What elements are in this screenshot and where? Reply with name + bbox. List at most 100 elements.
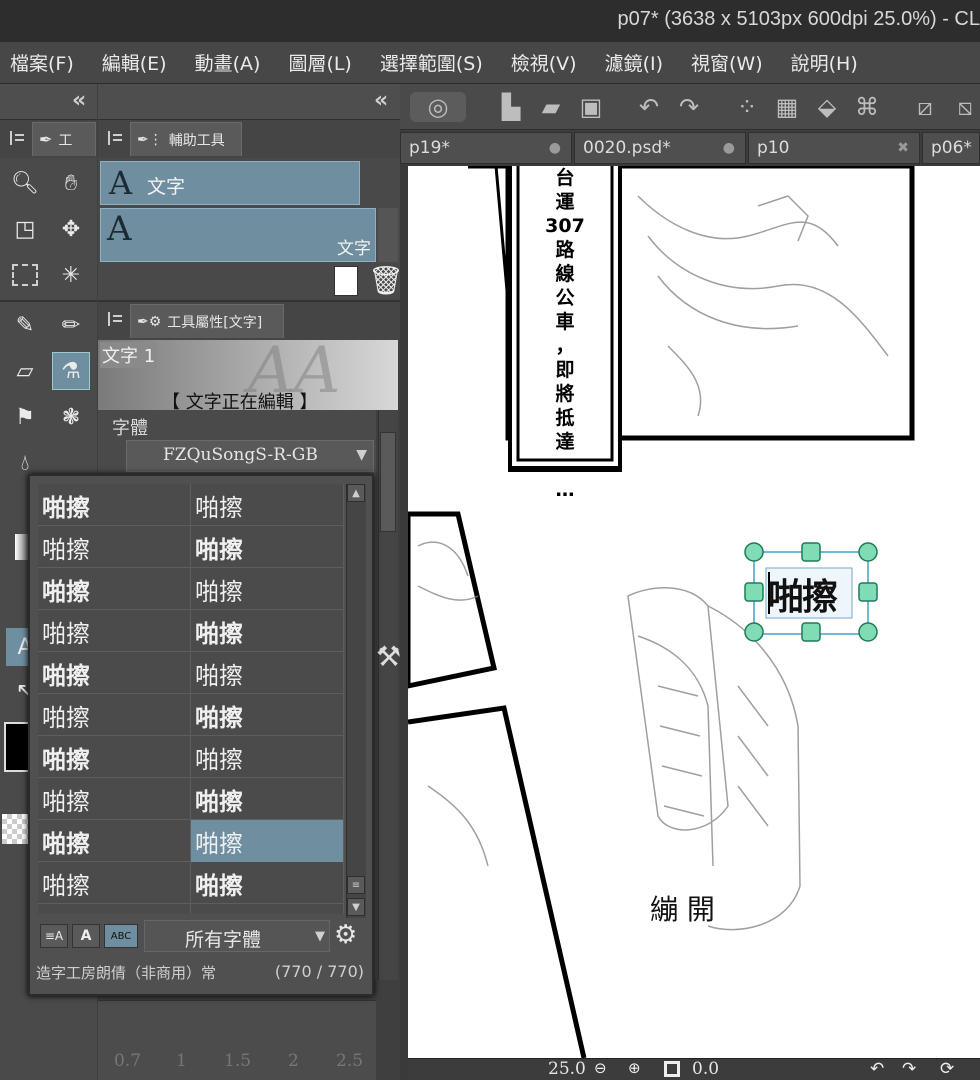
modified-dot-icon[interactable]: ●	[549, 140, 561, 156]
menu-help[interactable]: 說明(H)	[789, 49, 860, 76]
font-sample[interactable]: 啪擦	[191, 694, 344, 736]
doc-tab-0020[interactable]: 0020.psd* ●	[574, 132, 746, 164]
ruler-icon[interactable]: ⧅	[950, 92, 980, 122]
toolprop-scroll-thumb[interactable]	[380, 432, 396, 532]
subtool-menu-icon[interactable]	[108, 131, 124, 145]
zoom-out-icon[interactable]: ⊖	[594, 1059, 607, 1077]
sample-view-button[interactable]: A	[72, 924, 100, 948]
font-sample[interactable]: 啪擦	[191, 484, 344, 526]
vertical-caption[interactable]: 台運 307 路線公車，即將抵達……	[536, 166, 594, 501]
font-sample[interactable]: 啪擦	[191, 862, 344, 904]
marquee-tool-icon[interactable]	[6, 256, 44, 294]
font-sample[interactable]: 啪擦	[38, 778, 191, 820]
font-sample[interactable]: 啪擦	[191, 610, 344, 652]
menu-filter[interactable]: 濾鏡(I)	[603, 49, 665, 76]
scroll-grip-icon[interactable]: ≡	[347, 876, 365, 894]
settings-gear-icon[interactable]: ⚙	[334, 920, 357, 950]
font-sample[interactable]: 啪擦	[191, 820, 344, 862]
redo-icon[interactable]: ↷	[674, 92, 704, 122]
font-sample[interactable]: 啪擦	[191, 568, 344, 610]
font-sample[interactable]: 啪擦	[191, 736, 344, 778]
close-icon[interactable]: ✖	[897, 140, 909, 156]
toolprop-menu-icon[interactable]	[108, 312, 124, 326]
menu-file[interactable]: 檔案(F)	[8, 49, 76, 76]
scroll-up-icon[interactable]: ▲	[347, 484, 365, 502]
font-sample[interactable]: 啪擦	[38, 526, 191, 568]
clear-icon[interactable]: ⁘	[732, 92, 762, 122]
subtool-item-text[interactable]: A 文字	[100, 208, 376, 262]
font-sample[interactable]: 啪擦	[38, 862, 191, 904]
subtool-group-text[interactable]: A 文字	[100, 161, 360, 205]
doc-tab-p10[interactable]: p10 ✖	[748, 132, 920, 164]
fit-icon[interactable]	[664, 1061, 680, 1077]
rotation-value[interactable]: 0.0	[692, 1059, 719, 1079]
font-sample[interactable]: 啪擦	[191, 778, 344, 820]
font-sample[interactable]: 啪擦	[38, 568, 191, 610]
font-sample[interactable]: 啪擦	[38, 904, 191, 914]
open-file-icon[interactable]: ▰	[536, 92, 566, 122]
font-sample[interactable]: 啪擦	[38, 736, 191, 778]
undo-icon[interactable]: ↶	[634, 92, 664, 122]
wrench-icon[interactable]: ⚒	[376, 640, 401, 673]
sfx-text[interactable]: 繃 開	[650, 888, 715, 928]
move-layer-icon[interactable]: ✥	[52, 210, 90, 248]
doc-tab-p06[interactable]: p06*	[922, 132, 980, 164]
doc-tab-p19[interactable]: p19* ●	[400, 132, 572, 164]
subtool-scroll[interactable]	[378, 208, 398, 262]
font-select[interactable]: FZQuSongS-R-GB ▼	[126, 440, 374, 472]
zoom-in-icon[interactable]: ⊕	[628, 1059, 641, 1077]
list-view-button[interactable]: ≡A	[40, 924, 68, 948]
pencil-tool-icon[interactable]: ✏︎	[52, 306, 90, 344]
object-tool-icon[interactable]: ◳	[6, 210, 44, 248]
tab-tool[interactable]: ✒ 工	[32, 122, 96, 156]
font-sample[interactable]: 啪擦	[38, 610, 191, 652]
edited-text[interactable]: 啪擦	[768, 568, 838, 620]
reset-rotation-icon[interactable]: ⟳	[940, 1059, 954, 1079]
rotate-left-icon[interactable]: ↶	[870, 1059, 884, 1079]
font-sample[interactable]: 啪擦	[191, 652, 344, 694]
rotate-right-icon[interactable]: ↷	[902, 1059, 916, 1079]
font-sample[interactable]: 啪擦	[191, 526, 344, 568]
font-sample[interactable]: 啪擦	[38, 694, 191, 736]
font-sample[interactable]: 啪擦	[38, 484, 191, 526]
eraser-tool-icon[interactable]: ▱	[6, 352, 44, 390]
modified-dot-icon[interactable]: ●	[723, 140, 735, 156]
clip-studio-icon[interactable]: ◎	[410, 92, 466, 122]
tab-subtool[interactable]: ✒⋮ 輔助工具	[130, 122, 242, 156]
font-filter-select[interactable]: 所有字體 ▼	[144, 920, 330, 952]
crop-icon[interactable]: ⧄	[910, 92, 940, 122]
transform-icon[interactable]: ⌘	[852, 92, 882, 122]
menu-view[interactable]: 檢視(V)	[509, 49, 579, 76]
font-sample[interactable]: 啪擦	[191, 904, 344, 914]
font-sample[interactable]: 啪擦	[38, 652, 191, 694]
collapse-left-icon[interactable]: «	[72, 88, 86, 113]
airbrush-tool-icon[interactable]: ⚑	[6, 398, 44, 436]
menu-layer[interactable]: 圖層(L)	[286, 49, 353, 76]
trash-icon[interactable]: 🗑︎	[368, 264, 404, 297]
new-subtool-icon[interactable]	[334, 266, 358, 296]
scroll-down-icon[interactable]: ▼	[347, 898, 365, 916]
fill-selection-icon[interactable]: ▦	[772, 92, 802, 122]
blend-tool-icon[interactable]: ⚗	[52, 352, 90, 390]
save-icon[interactable]: ▣	[576, 92, 606, 122]
font-sample[interactable]: 啪擦	[38, 820, 191, 862]
tab-toolprop[interactable]: ✒⚙ 工具屬性[文字]	[130, 304, 284, 338]
tool-panel-menu-icon[interactable]	[10, 131, 26, 145]
decoration-tool-icon[interactable]: ❃	[52, 398, 90, 436]
menu-selection[interactable]: 選擇範圍(S)	[378, 49, 485, 76]
zoom-value[interactable]: 25.0	[548, 1059, 586, 1079]
canvas[interactable]: 台運 307 路線公車，即將抵達…… 啪擦 繃 開	[408, 166, 980, 1058]
hand-tool-icon[interactable]: ✋︎	[52, 164, 90, 202]
pen-tool-icon[interactable]: ✎	[6, 306, 44, 344]
magic-wand-icon[interactable]: ✳	[52, 256, 90, 294]
new-file-icon[interactable]: ▙	[496, 92, 526, 122]
collapse-mid-icon[interactable]: «	[374, 88, 388, 113]
menu-window[interactable]: 視窗(W)	[689, 49, 765, 76]
name-view-button[interactable]: ABC	[104, 924, 138, 948]
menu-animation[interactable]: 動畫(A)	[193, 49, 263, 76]
font-list-scrollbar[interactable]: ▲ ≡ ▼	[346, 484, 366, 918]
menu-edit[interactable]: 編輯(E)	[100, 49, 169, 76]
transparent-color-swatch[interactable]	[2, 814, 28, 844]
paint-bucket-icon[interactable]: ⬙	[812, 92, 842, 122]
zoom-tool-icon[interactable]: 🔍︎	[6, 164, 44, 202]
